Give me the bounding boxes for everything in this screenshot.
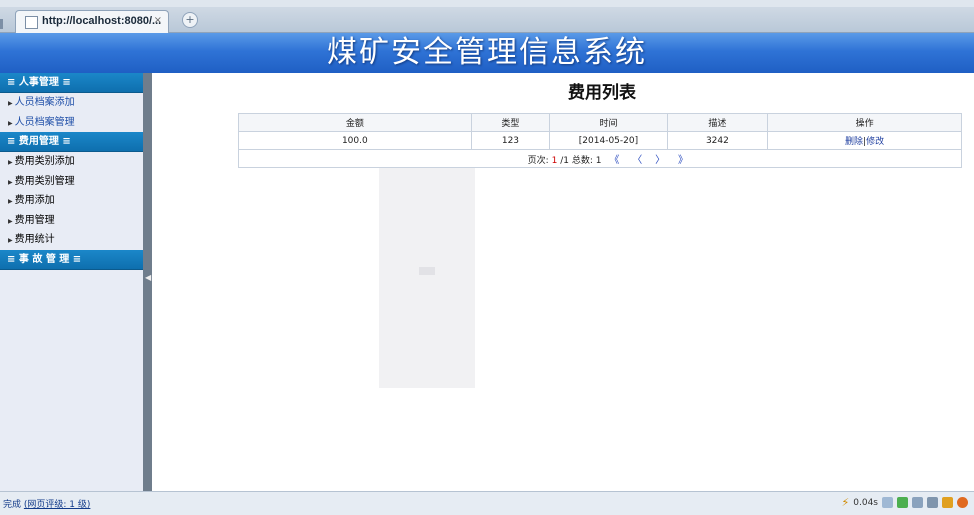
pager: 页次: 1 /1 总数: 1 《 〈 〉 》 xyxy=(238,149,962,168)
menu-item-label: 费用类别管理 xyxy=(14,175,75,187)
menu-item-expense-add[interactable]: ▶ 费用添加 xyxy=(0,191,143,211)
window-icon[interactable] xyxy=(942,497,953,508)
cell-amount: 100.0 xyxy=(238,131,472,150)
tab-scroll-handle[interactable] xyxy=(0,19,3,29)
menu-item-personnel-add[interactable]: ▶ 人员档案添加 xyxy=(0,93,143,113)
page-icon xyxy=(25,16,38,29)
collapse-arrow-icon[interactable]: ◀ xyxy=(145,273,151,282)
sidebar-toggle-splitter[interactable]: ◀ xyxy=(143,73,152,491)
triangle-icon: ▶ xyxy=(8,198,13,205)
status-icons: ⚡ 0.04s xyxy=(842,496,968,509)
sidebar: ≡ 人事管理 ≡ ▶ 人员档案添加 ▶ 人员档案管理 ≡ 费用管理 ≡ ▶ 费用类别添… xyxy=(0,73,143,491)
menu-item-label: 人员档案添加 xyxy=(14,97,75,108)
pager-label: 页次: xyxy=(527,156,549,166)
triangle-icon: ▶ xyxy=(8,100,13,107)
tab-title: http://localhost:8080/... xyxy=(42,15,162,27)
menu-group-expense[interactable]: ≡ 费用管理 ≡ xyxy=(0,132,143,152)
status-bar: 完成 (网页评级: 1 级) ⚡ 0.04s xyxy=(0,491,974,515)
screenshot-icon[interactable] xyxy=(927,497,938,508)
menu-group-accident[interactable]: ≡ 事 故 管 理 ≡ xyxy=(0,249,143,270)
pager-count: 1 xyxy=(595,156,602,166)
menu-item-personnel-manage[interactable]: ▶ 人员档案管理 xyxy=(0,113,143,133)
next-page-button[interactable]: 〉 xyxy=(655,155,665,166)
pager-count-label: 总数: xyxy=(571,156,593,166)
triangle-icon: ▶ xyxy=(8,237,13,244)
settings-icon[interactable] xyxy=(957,497,968,508)
lightning-icon: ⚡ xyxy=(841,496,850,509)
table-row: 100.0 123 [2014-05-20] 3242 删除|修改 xyxy=(238,131,962,150)
edit-link[interactable]: 修改 xyxy=(866,137,884,147)
menu-item-label: 费用类别添加 xyxy=(14,156,75,167)
menu-item-expense-category-add[interactable]: ▶ 费用类别添加 xyxy=(0,152,143,172)
volume-icon[interactable] xyxy=(912,497,923,508)
browser-tab[interactable]: http://localhost:8080/... × xyxy=(15,10,169,33)
triangle-icon: ▶ xyxy=(8,178,13,186)
cell-description: 3242 xyxy=(666,131,769,150)
column-header-actions: 操作 xyxy=(767,113,962,132)
pager-total-pages: /1 xyxy=(560,156,569,166)
triangle-icon: ▶ xyxy=(8,217,13,225)
status-text: 完成 (网页评级: 1 级) xyxy=(3,497,90,510)
cell-time: [2014-05-20] xyxy=(549,131,668,150)
menu-group-personnel[interactable]: ≡ 人事管理 ≡ xyxy=(0,73,143,93)
menu-item-expense-category-manage[interactable]: ▶ 费用类别管理 xyxy=(0,172,143,192)
main-content: 费用列表 金额 类型 时间 描述 操作 100.0 123 [2014-05-2… xyxy=(152,73,974,491)
menu-item-label: 费用添加 xyxy=(14,195,55,206)
faded-image-placeholder xyxy=(379,153,475,388)
menu-item-expense-stats[interactable]: ▶ 费用统计 xyxy=(0,230,143,250)
table-header-row: 金额 类型 时间 描述 操作 xyxy=(238,113,962,132)
triangle-icon: ▶ xyxy=(8,159,13,166)
prev-page-button[interactable]: 〈 xyxy=(632,155,642,166)
column-header-amount: 金额 xyxy=(238,113,472,132)
page-rating-link[interactable]: (网页评级: 1 级) xyxy=(24,500,91,510)
triangle-icon: ▶ xyxy=(8,119,13,127)
last-page-button[interactable]: 》 xyxy=(678,155,688,166)
menu-item-expense-manage[interactable]: ▶ 费用管理 xyxy=(0,211,143,231)
load-time: 0.04s xyxy=(853,497,878,508)
page-title: 费用列表 xyxy=(568,83,636,103)
tab-bar: http://localhost:8080/... × + xyxy=(0,7,974,33)
column-header-description: 描述 xyxy=(666,113,769,132)
column-header-time: 时间 xyxy=(549,113,668,132)
pager-current-page: 1 xyxy=(551,156,558,166)
first-page-button[interactable]: 《 xyxy=(609,155,619,166)
menu-item-label: 费用统计 xyxy=(14,234,55,245)
menu-item-label: 费用管理 xyxy=(14,214,55,226)
download-icon[interactable] xyxy=(897,497,908,508)
delete-link[interactable]: 删除 xyxy=(845,137,863,147)
cell-type: 123 xyxy=(470,131,551,150)
app-title: 煤矿安全管理信息系统 xyxy=(327,35,647,70)
close-icon[interactable]: × xyxy=(154,15,162,26)
pager-row: 页次: 1 /1 总数: 1 《 〈 〉 》 xyxy=(238,149,962,168)
edit-icon[interactable] xyxy=(882,497,893,508)
app-header: 煤矿安全管理信息系统 xyxy=(0,33,974,73)
new-tab-button[interactable]: + xyxy=(182,12,198,28)
cell-actions: 删除|修改 xyxy=(767,131,962,150)
expense-table: 金额 类型 时间 描述 操作 100.0 123 [2014-05-20] 32… xyxy=(238,113,962,168)
status-done: 完成 xyxy=(3,500,22,510)
faded-mark xyxy=(419,267,435,275)
menu-item-label: 人员档案管理 xyxy=(14,116,75,128)
column-header-type: 类型 xyxy=(470,113,551,132)
